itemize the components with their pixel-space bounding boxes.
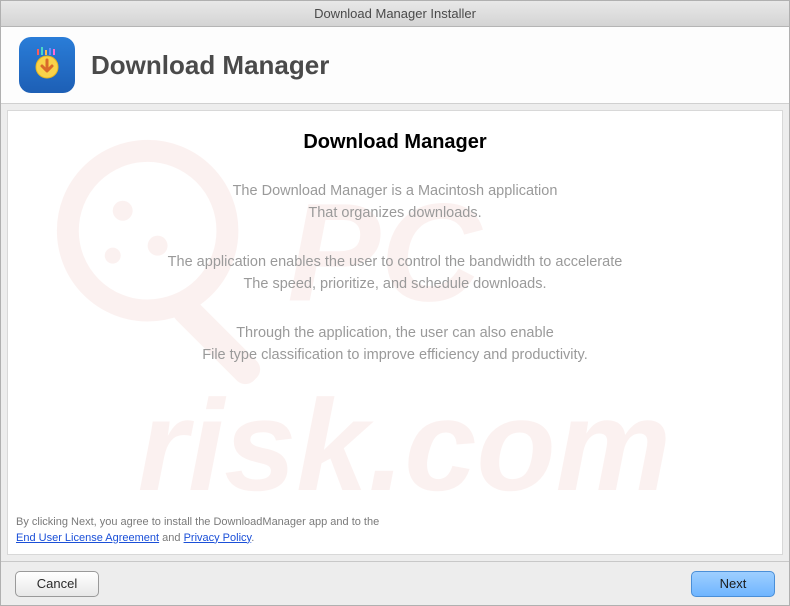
desc-line: The speed, prioritize, and schedule down… [28,273,762,295]
app-title: Download Manager [91,50,329,81]
header-bar: Download Manager [1,27,789,104]
eula-link[interactable]: End User License Agreement [16,532,159,544]
agreement-text: By clicking Next, you agree to install t… [16,515,774,546]
agreement-and: and [159,532,183,544]
content-inner: Download Manager The Download Manager is… [28,131,762,367]
desc-line: File type classification to improve effi… [28,344,762,366]
privacy-link[interactable]: Privacy Policy [184,532,252,544]
desc-line: That organizes downloads. [28,202,762,224]
description-block-3: Through the application, the user can al… [28,322,762,367]
content-heading: Download Manager [28,131,762,154]
desc-line: The Download Manager is a Macintosh appl… [28,180,762,202]
cancel-button[interactable]: Cancel [15,571,99,597]
desc-line: Through the application, the user can al… [28,322,762,344]
installer-window: Download Manager Installer Download Mana… [0,0,790,606]
description-block-1: The Download Manager is a Macintosh appl… [28,180,762,225]
svg-text:risk.com: risk.com [138,374,671,518]
next-button[interactable]: Next [691,571,775,597]
agreement-suffix: . [251,532,254,544]
content-area: PC risk.com Download Manager The Downloa… [7,110,783,555]
agreement-prefix: By clicking Next, you agree to install t… [16,516,379,528]
app-icon [19,37,75,93]
desc-line: The application enables the user to cont… [28,251,762,273]
window-title: Download Manager Installer [314,6,476,21]
window-titlebar: Download Manager Installer [1,1,789,27]
footer-bar: Cancel Next [1,561,789,605]
description-block-2: The application enables the user to cont… [28,251,762,296]
